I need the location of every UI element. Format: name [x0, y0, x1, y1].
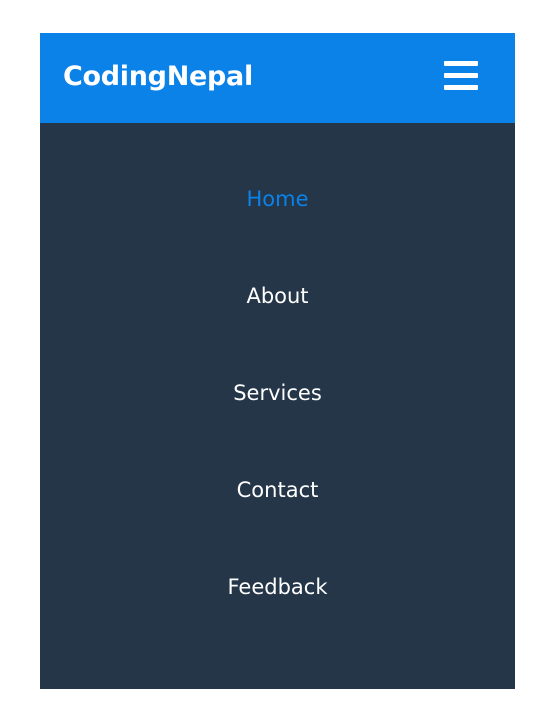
- navbar: CodingNepal: [40, 33, 515, 123]
- nav-item-services: Services: [40, 379, 515, 407]
- nav-link-about[interactable]: About: [246, 284, 308, 308]
- nav-link-contact[interactable]: Contact: [237, 478, 319, 502]
- brand-logo[interactable]: CodingNepal: [63, 33, 253, 123]
- nav-item-home: Home: [40, 185, 515, 213]
- nav-item-feedback: Feedback: [40, 573, 515, 601]
- nav-link-home[interactable]: Home: [246, 187, 308, 211]
- hamburger-menu-icon[interactable]: [444, 61, 478, 91]
- hamburger-bar: [444, 85, 478, 90]
- nav-item-contact: Contact: [40, 476, 515, 504]
- nav-item-about: About: [40, 282, 515, 310]
- hamburger-bar: [444, 61, 478, 66]
- mobile-screen: CodingNepal Home About Services Contact …: [40, 33, 515, 689]
- nav-link-services[interactable]: Services: [233, 381, 322, 405]
- nav-link-feedback[interactable]: Feedback: [227, 575, 327, 599]
- hamburger-bar: [444, 73, 478, 78]
